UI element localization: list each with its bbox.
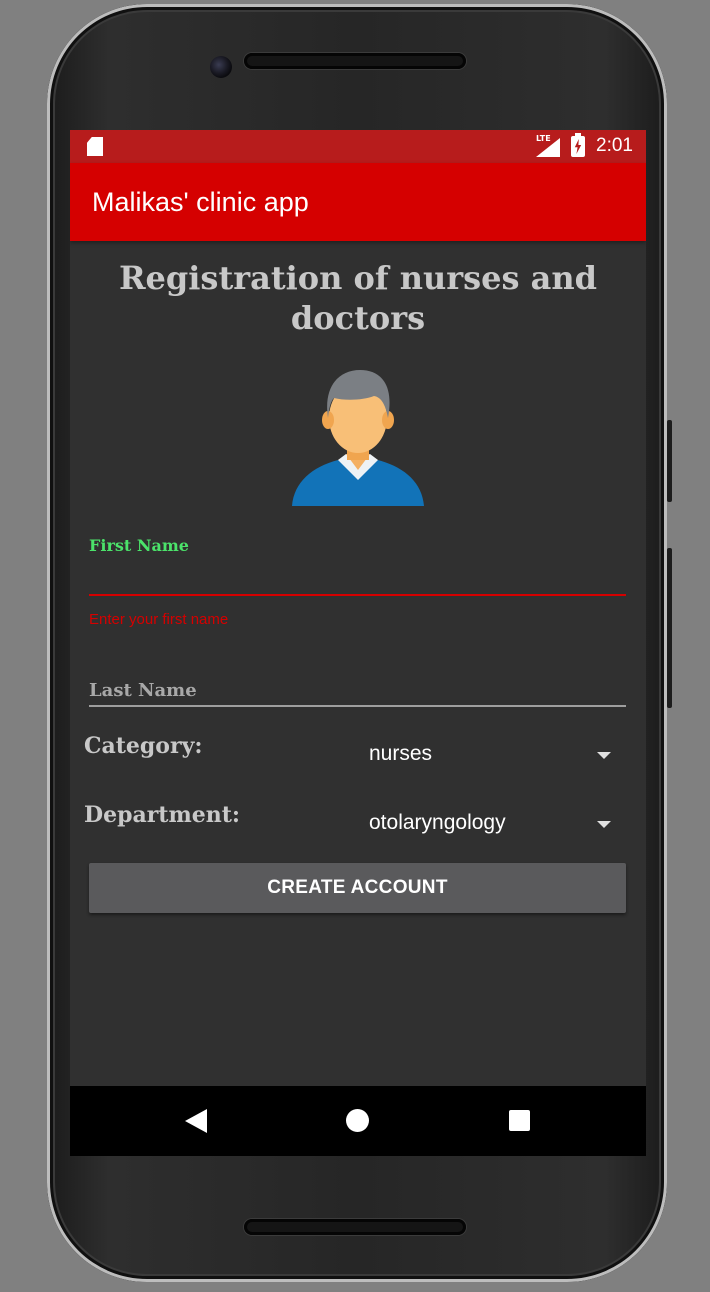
back-icon[interactable]	[185, 1109, 207, 1133]
status-time: 2:01	[596, 135, 633, 156]
bottom-speaker	[244, 1219, 466, 1235]
app-title: Malikas' clinic app	[92, 187, 309, 217]
category-value: nurses	[369, 742, 433, 765]
sd-card-icon	[87, 137, 103, 156]
category-spinner[interactable]: nurses	[369, 736, 611, 772]
front-camera	[210, 56, 232, 78]
home-icon[interactable]	[346, 1109, 369, 1132]
department-spinner[interactable]: otolaryngology	[369, 805, 611, 841]
device-screen: LTE 2:01 Malikas' clinic app Registratio…	[70, 130, 646, 1156]
network-type: LTE	[536, 134, 551, 143]
recents-icon[interactable]	[509, 1110, 530, 1131]
first-name-error: Enter your first name	[89, 611, 229, 628]
power-button	[667, 420, 672, 502]
department-value: otolaryngology	[369, 811, 506, 834]
first-name-input[interactable]	[89, 564, 626, 596]
battery-charging-icon	[571, 133, 585, 157]
create-account-button[interactable]: CREATE ACCOUNT	[89, 863, 626, 913]
status-bar: LTE 2:01	[70, 130, 646, 163]
last-name-input[interactable]	[89, 675, 626, 707]
page-title: Registration of nurses and doctors	[118, 259, 598, 337]
first-name-label: First Name	[89, 536, 189, 555]
navigation-bar	[70, 1086, 646, 1156]
top-speaker	[244, 53, 466, 69]
volume-button	[667, 548, 672, 708]
dropdown-arrow-icon	[597, 752, 611, 759]
app-bar: Malikas' clinic app	[70, 163, 646, 241]
person-avatar-icon	[292, 370, 424, 506]
dropdown-arrow-icon	[597, 821, 611, 828]
category-label: Category:	[84, 733, 203, 759]
department-label: Department:	[84, 802, 241, 828]
